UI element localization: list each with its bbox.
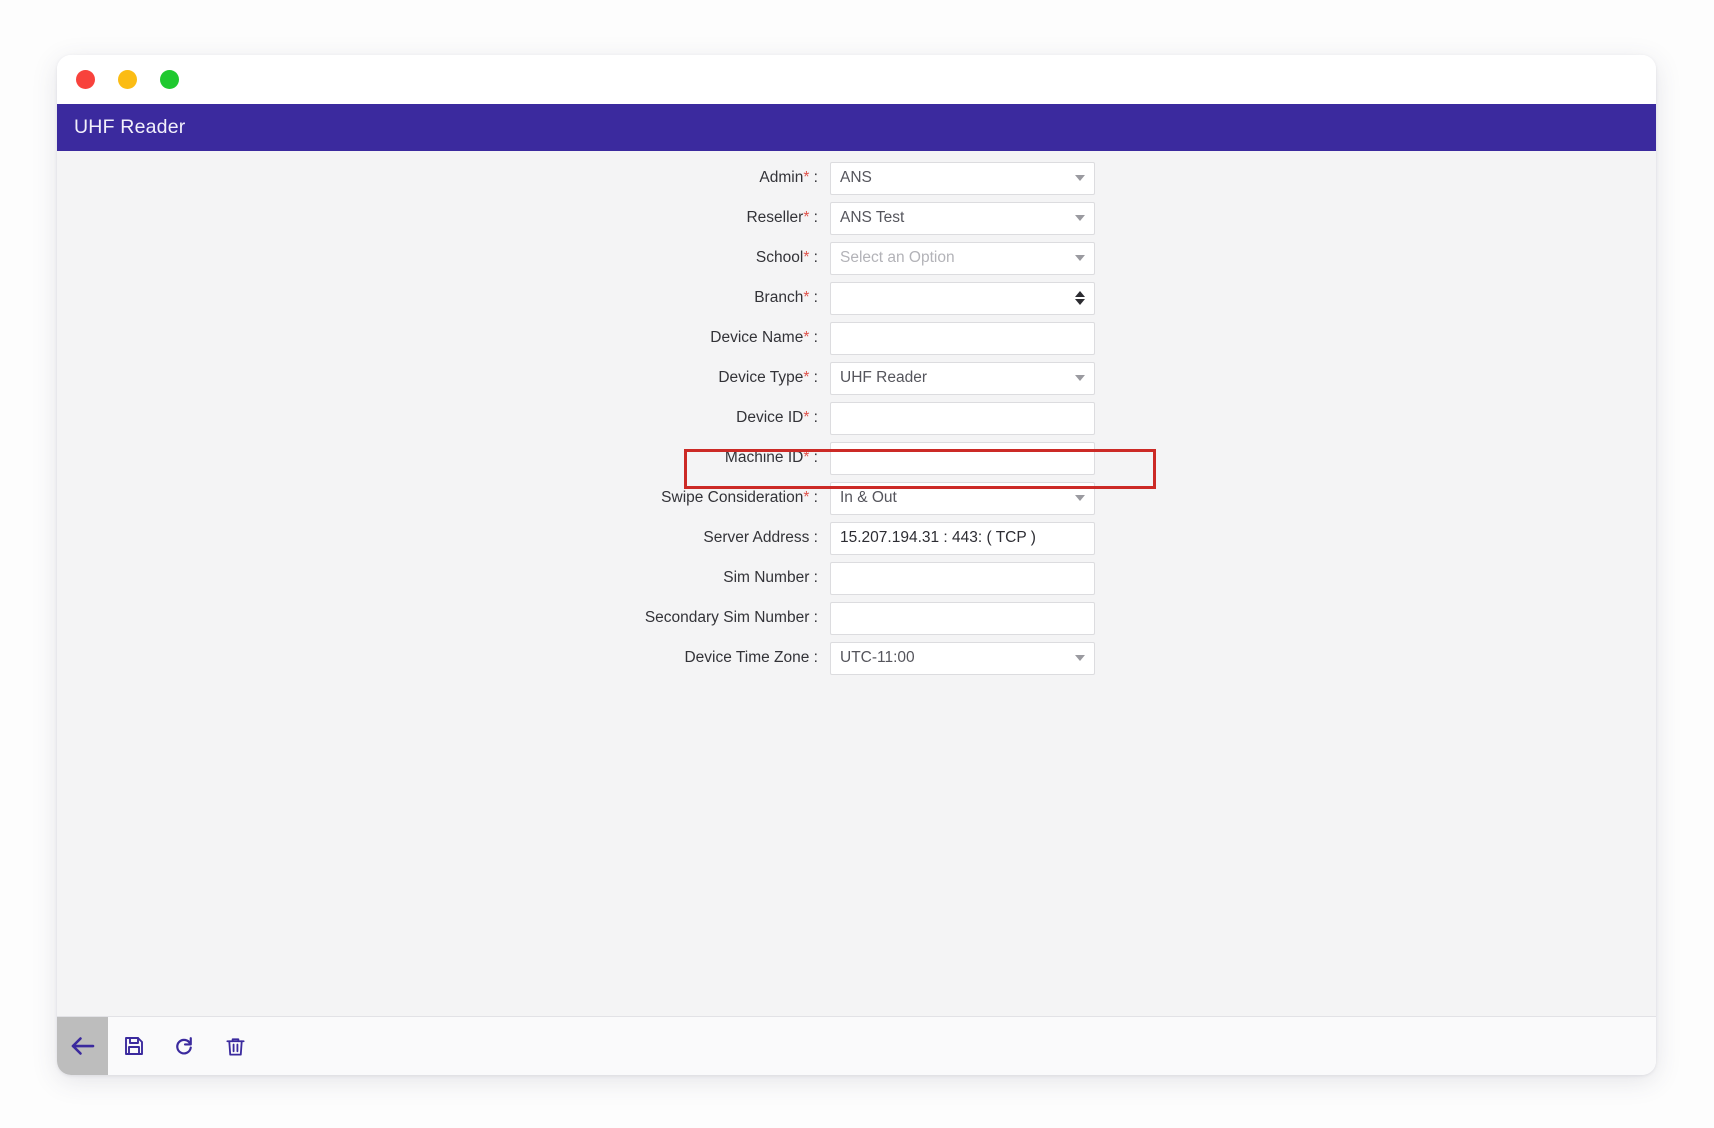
field-value: In & Out xyxy=(840,489,1069,507)
label-text: Secondary Sim Number xyxy=(645,609,810,626)
field-device-id[interactable] xyxy=(830,402,1095,435)
form-row-admin: Admin* : ANS xyxy=(57,158,1656,198)
trash-icon xyxy=(224,1035,247,1058)
field-device-name[interactable] xyxy=(830,322,1095,355)
form-row-branch: Branch* : xyxy=(57,278,1656,318)
form-row-device-name: Device Name* : xyxy=(57,318,1656,358)
required-marker: * xyxy=(803,209,809,226)
field-secondary-sim-number[interactable] xyxy=(830,602,1095,635)
label-branch: Branch* : xyxy=(57,289,830,307)
required-marker: * xyxy=(803,249,809,266)
field-value: UTC-11:00 xyxy=(840,649,1069,667)
label-device-type: Device Type* : xyxy=(57,369,830,387)
label-text: Machine ID xyxy=(725,449,803,466)
label-school: School* : xyxy=(57,249,830,267)
form-row-device-id: Device ID* : xyxy=(57,398,1656,438)
label-text: Device Time Zone xyxy=(684,649,809,666)
required-marker: * xyxy=(803,489,809,506)
label-text: Server Address xyxy=(703,529,809,546)
label-machine-id: Machine ID* : xyxy=(57,449,830,467)
app-window: UHF Reader Admin* : ANS Reseller* : ANS Tes… xyxy=(57,55,1656,1075)
form-row-school: School* : Select an Option xyxy=(57,238,1656,278)
label-device-name: Device Name* : xyxy=(57,329,830,347)
chevron-down-icon xyxy=(1075,375,1085,381)
label-server-address: Server Address : xyxy=(57,529,830,547)
field-admin[interactable]: ANS xyxy=(830,162,1095,195)
field-value: 15.207.194.31 : 443: ( TCP ) xyxy=(840,529,1085,547)
device-form: Admin* :ANSReseller* :ANS TestSchool* :S… xyxy=(57,158,1656,678)
label-text: Device Type xyxy=(718,369,803,386)
form-row-server-address: Server Address : 15.207.194.31 : 443: ( T… xyxy=(57,518,1656,558)
required-marker: * xyxy=(803,449,809,466)
close-window-button[interactable] xyxy=(76,70,95,89)
form-row-secondary-sim-number: Secondary Sim Number : xyxy=(57,598,1656,638)
field-reseller[interactable]: ANS Test xyxy=(830,202,1095,235)
label-text: Reseller xyxy=(746,209,803,226)
form-row-swipe-consideration: Swipe Consideration* : In & Out xyxy=(57,478,1656,518)
minimize-window-button[interactable] xyxy=(118,70,137,89)
label-admin: Admin* : xyxy=(57,169,830,187)
bottom-toolbar xyxy=(57,1016,1656,1075)
required-marker: * xyxy=(803,169,809,186)
chevron-down-icon xyxy=(1075,255,1085,261)
field-value: UHF Reader xyxy=(840,369,1069,387)
field-device-type[interactable]: UHF Reader xyxy=(830,362,1095,395)
chevron-up-down-icon xyxy=(1075,291,1085,306)
window-titlebar xyxy=(57,55,1656,104)
label-reseller: Reseller* : xyxy=(57,209,830,227)
field-device-time-zone[interactable]: UTC-11:00 xyxy=(830,642,1095,675)
label-text: Swipe Consideration xyxy=(661,489,803,506)
save-icon xyxy=(122,1034,146,1058)
field-school[interactable]: Select an Option xyxy=(830,242,1095,275)
app-header: UHF Reader xyxy=(57,104,1656,151)
required-marker: * xyxy=(803,289,809,306)
field-machine-id[interactable] xyxy=(830,442,1095,475)
required-marker: * xyxy=(803,409,809,426)
label-sim-number: Sim Number : xyxy=(57,569,830,587)
field-value: ANS xyxy=(840,169,1069,187)
page-title: UHF Reader xyxy=(74,116,185,139)
field-branch[interactable] xyxy=(830,282,1095,315)
label-device-id: Device ID* : xyxy=(57,409,830,427)
form-row-reseller: Reseller* : ANS Test xyxy=(57,198,1656,238)
save-button[interactable] xyxy=(108,1017,159,1075)
label-text: Admin xyxy=(759,169,803,186)
label-text: Device Name xyxy=(710,329,803,346)
required-marker: * xyxy=(803,369,809,386)
label-swipe-consideration: Swipe Consideration* : xyxy=(57,489,830,507)
field-sim-number[interactable] xyxy=(830,562,1095,595)
required-marker: * xyxy=(803,329,809,346)
form-body: Admin* :ANSReseller* :ANS TestSchool* :S… xyxy=(57,151,1656,1016)
chevron-down-icon xyxy=(1075,655,1085,661)
field-server-address[interactable]: 15.207.194.31 : 443: ( TCP ) xyxy=(830,522,1095,555)
field-value: ANS Test xyxy=(840,209,1069,227)
chevron-down-icon xyxy=(1075,215,1085,221)
field-swipe-consideration[interactable]: In & Out xyxy=(830,482,1095,515)
arrow-left-icon xyxy=(68,1031,98,1061)
refresh-icon xyxy=(172,1034,197,1059)
form-row-device-time-zone: Device Time Zone : UTC-11:00 xyxy=(57,638,1656,678)
form-row-device-type: Device Type* : UHF Reader xyxy=(57,358,1656,398)
delete-button[interactable] xyxy=(210,1017,261,1075)
field-placeholder: Select an Option xyxy=(840,249,1069,267)
label-text: Sim Number xyxy=(723,569,809,586)
label-secondary-sim-number: Secondary Sim Number : xyxy=(57,609,830,627)
label-device-time-zone: Device Time Zone : xyxy=(57,649,830,667)
back-button[interactable] xyxy=(57,1017,108,1075)
maximize-window-button[interactable] xyxy=(160,70,179,89)
form-row-sim-number: Sim Number : xyxy=(57,558,1656,598)
label-text: Device ID xyxy=(736,409,803,426)
chevron-down-icon xyxy=(1075,495,1085,501)
form-row-machine-id: Machine ID* : xyxy=(57,438,1656,478)
label-text: Branch xyxy=(754,289,803,306)
refresh-button[interactable] xyxy=(159,1017,210,1075)
chevron-down-icon xyxy=(1075,175,1085,181)
label-text: School xyxy=(756,249,803,266)
